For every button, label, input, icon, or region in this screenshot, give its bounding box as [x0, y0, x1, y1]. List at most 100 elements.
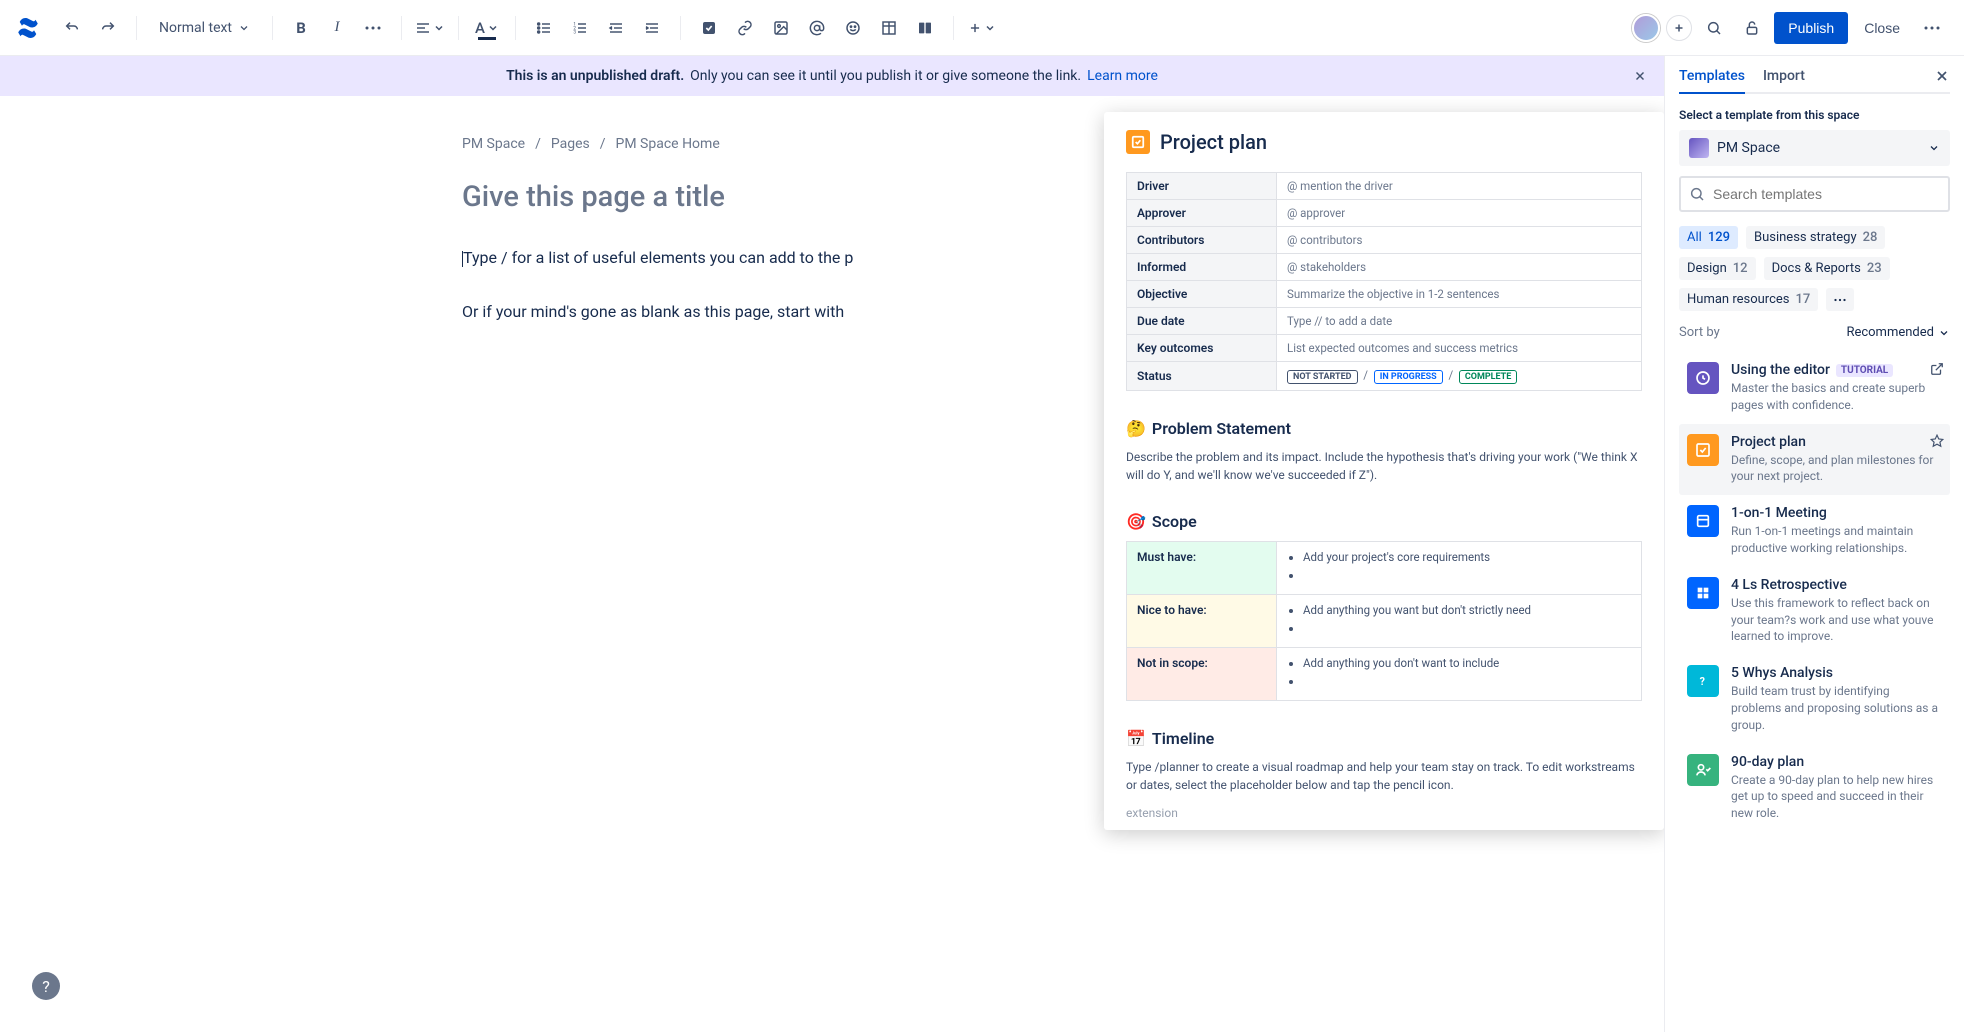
- template-list: Using the editor TUTORIAL Master the basi…: [1679, 352, 1950, 832]
- banner-learn-more-link[interactable]: Learn more: [1087, 68, 1158, 84]
- more-categories-button[interactable]: [1826, 288, 1854, 311]
- template-title: 5 Whys Analysis: [1731, 665, 1833, 681]
- meta-key: Informed: [1127, 254, 1277, 281]
- redo-button[interactable]: [92, 12, 124, 44]
- meta-value: @ stakeholders: [1277, 254, 1642, 281]
- meta-key: Approver: [1127, 200, 1277, 227]
- category-chips: All129 Business strategy28 Design12 Docs & …: [1679, 226, 1950, 311]
- star-icon[interactable]: [1930, 434, 1944, 448]
- invite-button[interactable]: [1666, 15, 1692, 41]
- category-chip[interactable]: Design12: [1679, 257, 1756, 280]
- template-item[interactable]: Using the editor TUTORIAL Master the basi…: [1679, 352, 1950, 424]
- layouts-button[interactable]: [909, 12, 941, 44]
- target-emoji-icon: 🎯: [1126, 512, 1146, 531]
- link-button[interactable]: [729, 12, 761, 44]
- scope-table: Must have:Add your project's core requir…: [1126, 541, 1642, 701]
- bullet-list-button[interactable]: [528, 12, 560, 44]
- help-button[interactable]: ?: [32, 972, 60, 1000]
- template-description: Define, scope, and plan milestones for y…: [1731, 452, 1942, 486]
- space-selector[interactable]: PM Space: [1679, 130, 1950, 166]
- editor-main: This is an unpublished draft. Only you c…: [0, 56, 1664, 1032]
- mention-button[interactable]: [801, 12, 833, 44]
- template-icon: [1687, 362, 1719, 394]
- template-icon: [1687, 577, 1719, 609]
- bold-button[interactable]: B: [285, 12, 317, 44]
- problem-statement-text: Describe the problem and its impact. Inc…: [1126, 448, 1642, 484]
- select-template-label: Select a template from this space: [1679, 108, 1950, 122]
- template-title: Project plan: [1731, 434, 1806, 450]
- align-button[interactable]: [414, 12, 446, 44]
- table-button[interactable]: [873, 12, 905, 44]
- template-title: 4 Ls Retrospective: [1731, 577, 1847, 593]
- confluence-logo-icon[interactable]: [16, 16, 40, 40]
- popout-icon[interactable]: [1930, 362, 1944, 376]
- tab-templates[interactable]: Templates: [1679, 68, 1745, 92]
- italic-button[interactable]: I: [321, 12, 353, 44]
- tab-import[interactable]: Import: [1763, 68, 1805, 92]
- template-icon: [1687, 505, 1719, 537]
- close-icon: [1633, 69, 1647, 83]
- meta-key: Contributors: [1127, 227, 1277, 254]
- search-button[interactable]: [1698, 12, 1730, 44]
- templates-panel: Templates Import Select a template from …: [1664, 56, 1964, 1032]
- template-search[interactable]: [1679, 176, 1950, 212]
- category-chip[interactable]: Docs & Reports23: [1764, 257, 1890, 280]
- meta-value: Type // to add a date: [1277, 308, 1642, 335]
- chevron-down-icon: [238, 22, 250, 34]
- restrictions-button[interactable]: [1736, 12, 1768, 44]
- svg-text:?: ?: [1700, 675, 1705, 688]
- text-color-button[interactable]: A: [471, 12, 503, 44]
- meta-value: @ contributors: [1277, 227, 1642, 254]
- editor-toolbar: Normal text B I A 123 Publish C: [0, 0, 1964, 56]
- undo-button[interactable]: [56, 12, 88, 44]
- text-style-dropdown[interactable]: Normal text: [149, 12, 260, 44]
- panel-close-button[interactable]: [1934, 68, 1950, 92]
- banner-text: Only you can see it until you publish it…: [690, 68, 1081, 84]
- breadcrumb-space[interactable]: PM Space: [462, 136, 525, 152]
- template-search-input[interactable]: [1713, 186, 1940, 202]
- template-item[interactable]: 90-day plan Create a 90-day plan to help…: [1679, 744, 1950, 832]
- indent-button[interactable]: [636, 12, 668, 44]
- meta-value: @ approver: [1277, 200, 1642, 227]
- problem-statement-heading: Problem Statement: [1152, 419, 1291, 438]
- calendar-emoji-icon: 📅: [1126, 729, 1146, 748]
- sort-selector[interactable]: Recommended: [1846, 325, 1950, 340]
- category-chip[interactable]: All129: [1679, 226, 1738, 249]
- template-title: Using the editor: [1731, 362, 1830, 378]
- text-style-label: Normal text: [159, 20, 232, 36]
- category-chip[interactable]: Business strategy28: [1746, 226, 1885, 249]
- template-item[interactable]: 4 Ls Retrospective Use this framework to…: [1679, 567, 1950, 655]
- template-item[interactable]: 1-on-1 Meeting Run 1-on-1 meetings and m…: [1679, 495, 1950, 567]
- more-formatting-button[interactable]: [357, 12, 389, 44]
- meta-key: Due date: [1127, 308, 1277, 335]
- template-item[interactable]: Project plan Define, scope, and plan mil…: [1679, 424, 1950, 496]
- template-icon: ?: [1687, 665, 1719, 697]
- breadcrumb-home[interactable]: PM Space Home: [616, 136, 720, 152]
- sort-label: Sort by: [1679, 325, 1720, 340]
- more-actions-button[interactable]: [1916, 12, 1948, 44]
- close-button[interactable]: Close: [1854, 12, 1910, 44]
- banner-close-button[interactable]: [1628, 64, 1652, 88]
- emoji-button[interactable]: [837, 12, 869, 44]
- image-button[interactable]: [765, 12, 797, 44]
- insert-more-button[interactable]: [966, 12, 998, 44]
- search-icon: [1689, 186, 1705, 202]
- scope-heading: Scope: [1152, 512, 1197, 531]
- user-avatar[interactable]: [1632, 14, 1660, 42]
- outdent-button[interactable]: [600, 12, 632, 44]
- breadcrumb-pages[interactable]: Pages: [551, 136, 590, 152]
- project-plan-icon: [1126, 130, 1150, 154]
- template-description: Master the basics and create superb page…: [1731, 380, 1942, 414]
- publish-button[interactable]: Publish: [1774, 12, 1848, 44]
- meta-key: Objective: [1127, 281, 1277, 308]
- space-name: PM Space: [1717, 140, 1780, 156]
- draft-banner: This is an unpublished draft. Only you c…: [0, 56, 1664, 96]
- numbered-list-button[interactable]: 123: [564, 12, 596, 44]
- tutorial-badge: TUTORIAL: [1836, 364, 1893, 377]
- svg-text:3: 3: [573, 29, 576, 35]
- template-description: Build team trust by identifying problems…: [1731, 683, 1942, 733]
- template-item[interactable]: ? 5 Whys Analysis Build team trust by id…: [1679, 655, 1950, 743]
- action-item-button[interactable]: [693, 12, 725, 44]
- meta-key: Key outcomes: [1127, 335, 1277, 362]
- category-chip[interactable]: Human resources17: [1679, 288, 1818, 311]
